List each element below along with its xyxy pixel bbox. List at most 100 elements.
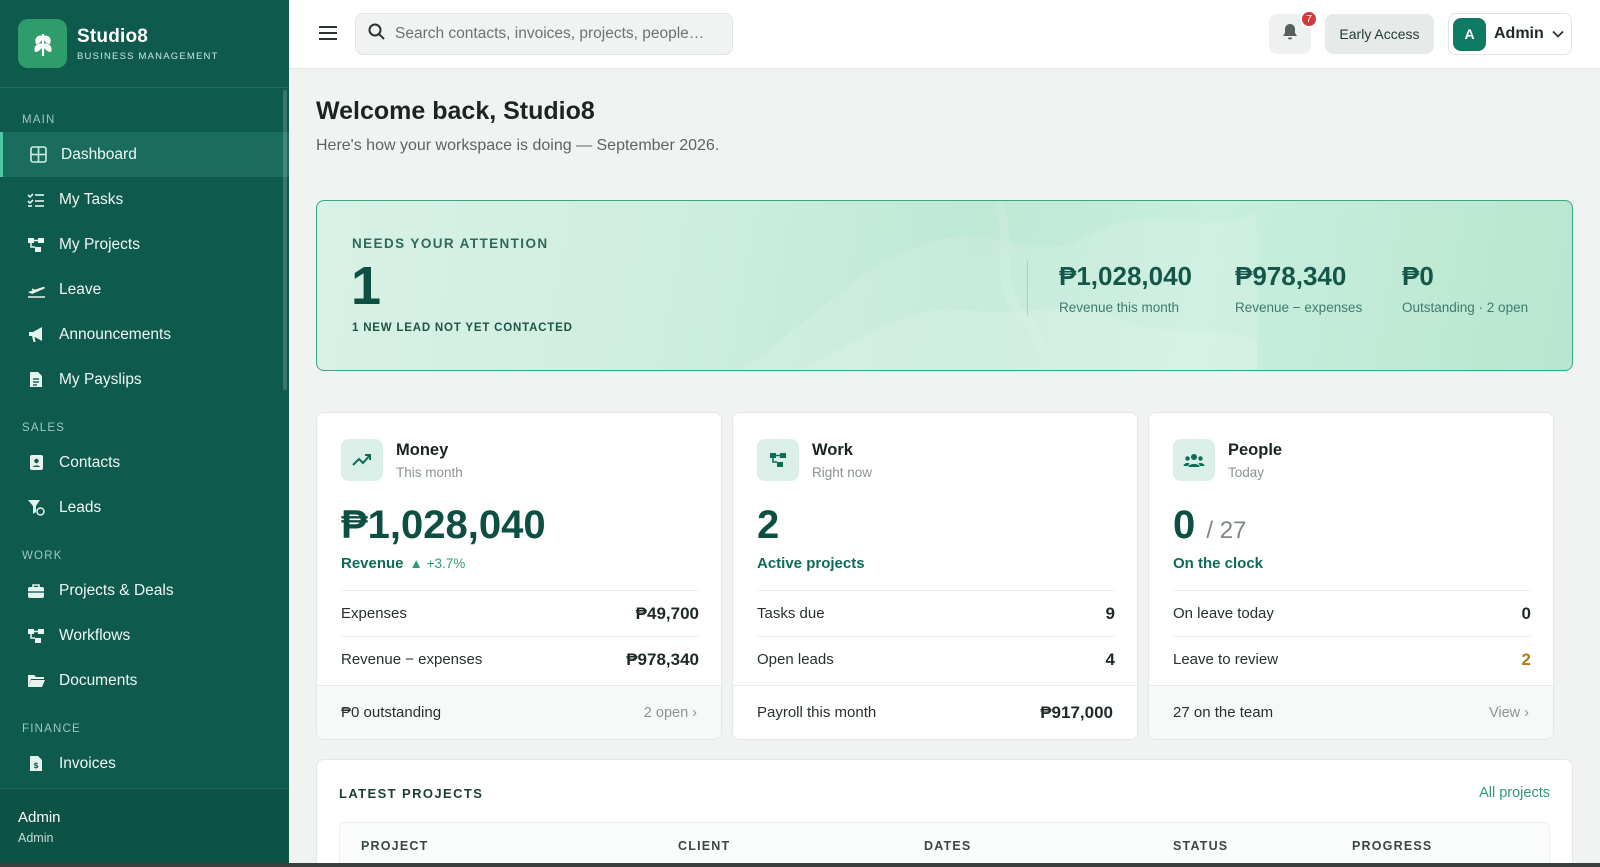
work-row-leads[interactable]: Open leads 4 [757, 636, 1115, 682]
work-card-footer: Payroll this month ₱917,000 [733, 685, 1137, 739]
sidebar-item-label: Projects & Deals [59, 581, 174, 599]
projects-icon [26, 235, 46, 255]
user-menu-name: Admin [1494, 25, 1544, 42]
sidebar-item-dashboard[interactable]: Dashboard [0, 132, 289, 177]
footer-link[interactable]: 2 open › [644, 705, 697, 721]
card-title: Work [812, 441, 853, 459]
sidebar-item-label: Contacts [59, 453, 121, 471]
people-card-footer[interactable]: 27 on the team View › [1149, 685, 1553, 739]
divider [1027, 261, 1028, 316]
revenue-delta: ▲ +3.7% [409, 556, 466, 571]
card-title: People [1228, 441, 1283, 459]
people-row-leave-review[interactable]: Leave to review 2 [1173, 636, 1531, 682]
row-value: 2 [1521, 649, 1531, 669]
plane-icon [26, 280, 46, 300]
column-header-client[interactable]: CLIENT [678, 839, 730, 853]
footer-value: ₱917,000 [1040, 702, 1113, 722]
sidebar-item-label: My Projects [59, 235, 140, 253]
nav-section-main: MAIN [22, 114, 56, 126]
briefcase-icon [26, 581, 46, 601]
all-projects-link[interactable]: All projects [1479, 785, 1550, 801]
leaf-logo-icon [18, 19, 67, 68]
column-header-progress[interactable]: PROGRESS [1352, 839, 1432, 853]
sidebar-item-workflows[interactable]: Workflows [0, 613, 289, 658]
people-card: People Today 0 / 27 On the clock On leav… [1148, 412, 1554, 740]
row-label: Expenses [341, 605, 407, 622]
row-value: ₱978,340 [626, 649, 699, 669]
svg-text:$: $ [33, 761, 39, 770]
sidebar-item-projects-deals[interactable]: Projects & Deals [0, 568, 289, 613]
sidebar-item-my-projects[interactable]: My Projects [0, 222, 289, 267]
footer-label: Payroll this month [757, 704, 877, 721]
search-icon [368, 23, 385, 45]
brand-tagline: BUSINESS MANAGEMENT [77, 50, 219, 62]
workflow-icon [26, 626, 46, 646]
sidebar-item-announcements[interactable]: Announcements [0, 312, 289, 357]
page-title: Welcome back, Studio8 [316, 97, 595, 125]
column-header-status[interactable]: STATUS [1173, 839, 1228, 853]
sidebar-item-label: Invoices [59, 754, 116, 772]
sidebar-item-contacts[interactable]: Contacts [0, 440, 289, 485]
team-total: / 27 [1206, 517, 1247, 544]
sidebar-item-invoices[interactable]: $ Invoices [0, 741, 289, 786]
latest-projects-panel: LATEST PROJECTS All projects PROJECT CLI… [316, 759, 1573, 867]
column-header-dates[interactable]: DATES [924, 839, 971, 853]
money-big-label: Revenue ▲ +3.7% [341, 555, 465, 572]
brand[interactable]: Studio8 BUSINESS MANAGEMENT [0, 0, 289, 88]
notification-count-badge: 7 [1300, 10, 1318, 28]
people-row-on-leave[interactable]: On leave today 0 [1173, 590, 1531, 636]
row-value: 4 [1105, 649, 1115, 669]
on-clock-count: 0 [1173, 503, 1196, 547]
megaphone-icon [26, 325, 46, 345]
stat-value: ₱1,028,040 [1059, 261, 1193, 291]
attention-label: NEEDS YOUR ATTENTION [352, 236, 549, 251]
nav-section-work: WORK [22, 550, 63, 562]
money-card-footer[interactable]: ₱0 outstanding 2 open › [317, 685, 721, 739]
sidebar-item-leads[interactable]: Leads [0, 485, 289, 530]
work-big-value: 2 [757, 503, 780, 547]
table-header: PROJECT CLIENT DATES STATUS PROGRESS [339, 822, 1550, 866]
revenue-label: Revenue [341, 555, 404, 572]
search-input[interactable] [395, 25, 715, 43]
footer-label: 27 on the team [1173, 704, 1274, 721]
people-icon [1173, 439, 1215, 481]
panel-title: LATEST PROJECTS [339, 786, 484, 801]
search-box[interactable] [355, 13, 733, 55]
money-row-expenses: Expenses ₱49,700 [341, 590, 699, 636]
grid-icon [28, 145, 48, 165]
card-subtitle: This month [396, 465, 463, 480]
bell-icon [1282, 23, 1298, 45]
notifications-button[interactable]: 7 [1269, 10, 1318, 54]
row-value: 9 [1105, 603, 1115, 623]
sidebar-item-my-tasks[interactable]: My Tasks [0, 177, 289, 222]
footer-link[interactable]: View › [1489, 705, 1529, 721]
card-subtitle: Today [1228, 465, 1265, 480]
column-header-project[interactable]: PROJECT [361, 839, 428, 853]
sidebar-scrollbar[interactable] [283, 90, 287, 390]
tasks-icon [26, 190, 46, 210]
attention-banner[interactable]: NEEDS YOUR ATTENTION 1 1 NEW LEAD NOT YE… [316, 200, 1573, 371]
sidebar-item-documents[interactable]: Documents [0, 658, 289, 703]
row-value: ₱49,700 [635, 603, 699, 623]
user-menu[interactable]: A Admin [1448, 13, 1572, 55]
sidebar-item-my-payslips[interactable]: My Payslips [0, 357, 289, 402]
early-access-button[interactable]: Early Access [1325, 14, 1434, 54]
row-label: Tasks due [757, 605, 825, 622]
row-label: Leave to review [1173, 651, 1279, 668]
sidebar: Studio8 BUSINESS MANAGEMENT MAIN Dashboa… [0, 0, 289, 867]
main-content: Welcome back, Studio8 Here's how your wo… [289, 69, 1600, 867]
sidebar-item-leave[interactable]: Leave [0, 267, 289, 312]
sidebar-user[interactable]: Admin Admin [0, 788, 289, 867]
sidebar-item-label: My Tasks [59, 190, 124, 208]
chevron-down-icon [1552, 25, 1564, 43]
hamburger-menu-icon[interactable] [317, 22, 339, 44]
trending-up-icon [341, 439, 383, 481]
card-title: Money [396, 441, 449, 459]
row-label: Revenue − expenses [341, 651, 483, 668]
attention-description: 1 NEW LEAD NOT YET CONTACTED [352, 322, 573, 334]
attention-stat-net: ₱978,340 Revenue − expenses [1235, 261, 1362, 315]
row-value: 0 [1521, 603, 1531, 623]
sidebar-item-label: Leave [59, 280, 102, 298]
work-row-tasks[interactable]: Tasks due 9 [757, 590, 1115, 636]
payslip-icon [26, 370, 46, 390]
